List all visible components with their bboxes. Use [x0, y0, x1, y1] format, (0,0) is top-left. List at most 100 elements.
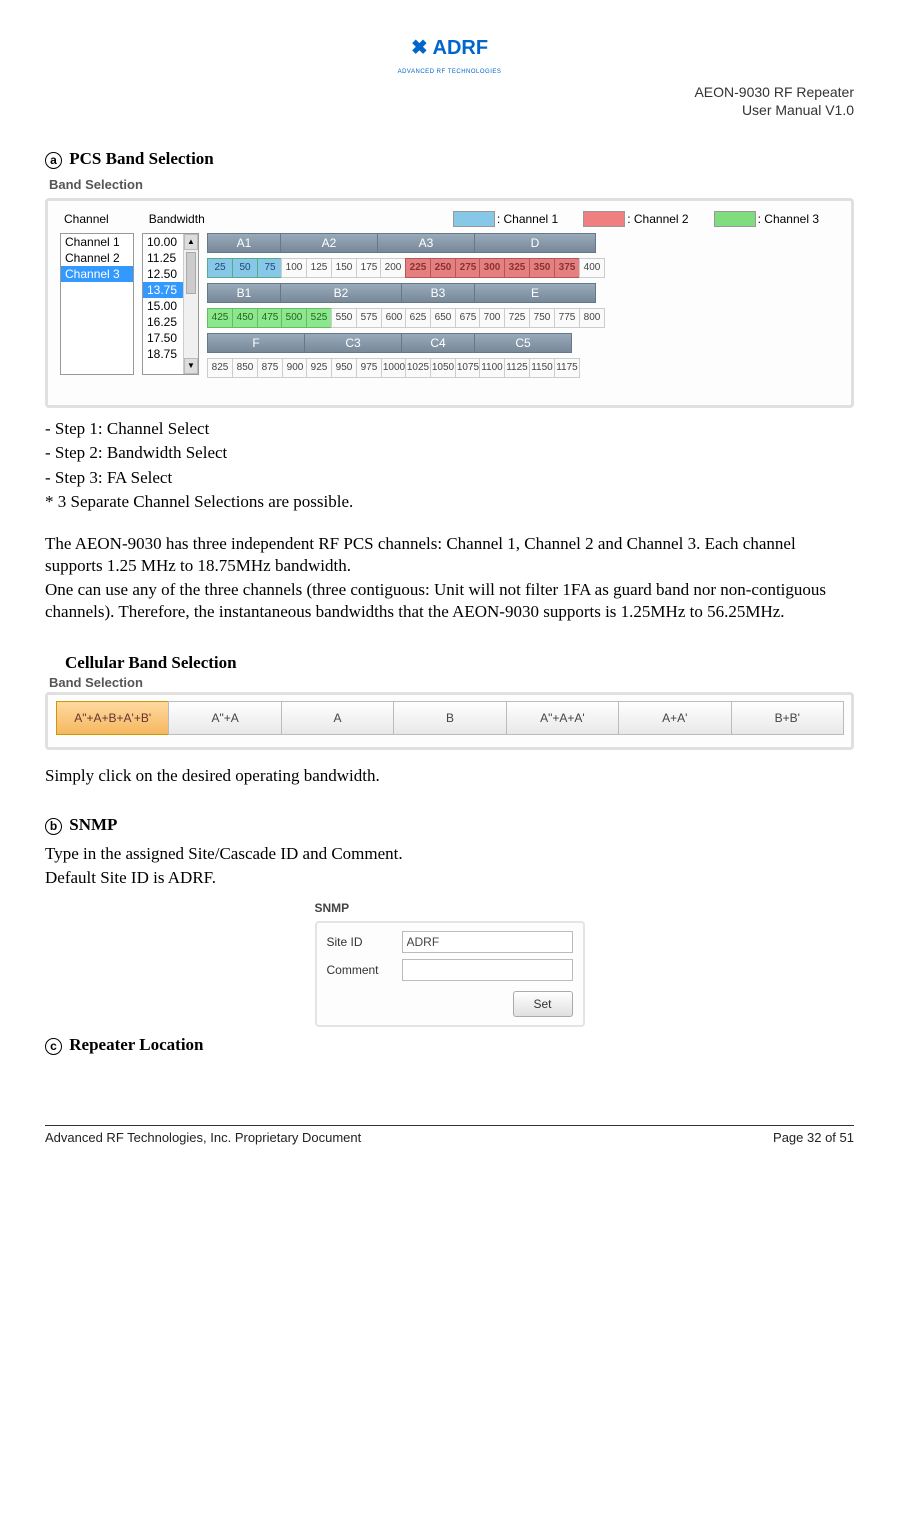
fa-cell[interactable]: 125 — [306, 258, 332, 278]
fa-cell[interactable]: 375 — [554, 258, 580, 278]
fa-cell[interactable]: 1050 — [430, 358, 456, 378]
section-c-heading: c Repeater Location — [45, 1035, 854, 1055]
cellular-band-button[interactable]: A+A' — [618, 701, 731, 735]
cellular-band-button[interactable]: B+B' — [731, 701, 844, 735]
scrollbar[interactable]: ▲▼ — [183, 234, 198, 374]
band-selection-title: Band Selection — [49, 177, 854, 192]
fa-cell[interactable]: 650 — [430, 308, 456, 328]
fa-cell[interactable]: 1150 — [529, 358, 555, 378]
doc-title: AEON-9030 RF Repeater — [694, 84, 854, 100]
fa-cell[interactable]: 575 — [356, 308, 382, 328]
fa-cell[interactable]: 400 — [579, 258, 605, 278]
fa-cell[interactable]: 1000 — [381, 358, 407, 378]
fa-cell[interactable]: 725 — [504, 308, 530, 328]
marker-b: b — [45, 818, 62, 835]
fa-cell[interactable]: 700 — [479, 308, 505, 328]
channel-option[interactable]: Channel 2 — [61, 250, 133, 266]
fa-cell[interactable]: 975 — [356, 358, 382, 378]
fa-cell[interactable]: 175 — [356, 258, 382, 278]
fa-cell[interactable]: 350 — [529, 258, 555, 278]
fa-cell[interactable]: 150 — [331, 258, 357, 278]
fa-cell[interactable]: 900 — [282, 358, 308, 378]
page-footer: Advanced RF Technologies, Inc. Proprieta… — [45, 1125, 854, 1145]
cellular-text: Simply click on the desired operating ba… — [45, 765, 854, 787]
fa-cell[interactable]: 1175 — [554, 358, 580, 378]
fa-cell[interactable]: 300 — [479, 258, 505, 278]
logo-text: ✖ ADRF — [411, 37, 488, 59]
para-1: The AEON-9030 has three independent RF P… — [45, 533, 854, 577]
block-header: E — [474, 283, 596, 303]
cellular-panel-title: Band Selection — [49, 675, 854, 690]
para-2: One can use any of the three channels (t… — [45, 579, 854, 623]
marker-c: c — [45, 1038, 62, 1055]
cellular-band-button[interactable]: B — [393, 701, 506, 735]
fa-cell[interactable]: 600 — [381, 308, 407, 328]
block-header: A2 — [280, 233, 378, 253]
logo-subtitle: ADVANCED RF TECHNOLOGIES — [398, 69, 502, 75]
block-header: C4 — [401, 333, 475, 353]
block-header: A1 — [207, 233, 281, 253]
cellular-band-button[interactable]: A"+A+A' — [506, 701, 619, 735]
fa-cell[interactable]: 675 — [455, 308, 481, 328]
channel-option[interactable]: Channel 1 — [61, 234, 133, 250]
section-a-heading: a PCS Band Selection — [45, 149, 854, 169]
fa-cell[interactable]: 625 — [405, 308, 431, 328]
block-header: C3 — [304, 333, 402, 353]
step-2: - Step 2: Bandwidth Select — [45, 442, 854, 464]
fa-cell[interactable]: 500 — [281, 308, 307, 328]
fa-cell[interactable]: 950 — [331, 358, 357, 378]
fa-cell[interactable]: 925 — [306, 358, 332, 378]
fa-cell[interactable]: 200 — [380, 258, 406, 278]
fa-cell[interactable]: 275 — [455, 258, 481, 278]
fa-cell[interactable]: 425 — [207, 308, 233, 328]
fa-cell[interactable]: 850 — [232, 358, 258, 378]
fa-cell[interactable]: 1075 — [455, 358, 481, 378]
site-id-input[interactable] — [402, 931, 573, 953]
fa-cell[interactable]: 1100 — [479, 358, 505, 378]
fa-cell[interactable]: 325 — [504, 258, 530, 278]
channel-listbox[interactable]: Channel 1Channel 2Channel 3 — [60, 233, 134, 375]
bandwidth-column-label: Bandwidth — [149, 212, 205, 226]
fa-cell[interactable]: 225 — [405, 258, 431, 278]
step-1: - Step 1: Channel Select — [45, 418, 854, 440]
fa-cell[interactable]: 875 — [257, 358, 283, 378]
fa-cell[interactable]: 750 — [529, 308, 555, 328]
fa-cell[interactable]: 525 — [306, 308, 332, 328]
fa-cell[interactable]: 550 — [331, 308, 357, 328]
comment-input[interactable] — [402, 959, 573, 981]
block-header: B1 — [207, 283, 281, 303]
snmp-panel-title: SNMP — [315, 901, 585, 915]
fa-cell[interactable]: 1025 — [405, 358, 431, 378]
fa-cell[interactable]: 75 — [257, 258, 283, 278]
block-header: B2 — [280, 283, 402, 303]
cellular-band-button[interactable]: A — [281, 701, 394, 735]
scroll-up-icon[interactable]: ▲ — [184, 234, 198, 250]
scroll-down-icon[interactable]: ▼ — [184, 358, 198, 374]
fa-cell[interactable]: 50 — [232, 258, 258, 278]
fa-cell[interactable]: 1125 — [504, 358, 530, 378]
bandwidth-listbox[interactable]: 10.0011.2512.5013.7515.0016.2517.5018.75… — [142, 233, 199, 375]
snmp-line1: Type in the assigned Site/Cascade ID and… — [45, 843, 854, 865]
fa-table[interactable]: A1A2A3D255075100125150175200225250275300… — [207, 233, 839, 383]
section-b-title: SNMP — [69, 815, 117, 834]
set-button[interactable]: Set — [513, 991, 573, 1017]
fa-cell[interactable]: 25 — [207, 258, 233, 278]
cellular-band-button[interactable]: A"+A+B+A'+B' — [56, 701, 169, 735]
fa-cell[interactable]: 450 — [232, 308, 258, 328]
fa-cell[interactable]: 100 — [281, 258, 307, 278]
legend-ch2: : Channel 2 — [583, 211, 688, 227]
fa-cell[interactable]: 800 — [579, 308, 605, 328]
fa-cell[interactable]: 475 — [257, 308, 283, 328]
comment-label: Comment — [327, 963, 402, 977]
cellular-band-button[interactable]: A"+A — [168, 701, 281, 735]
channel-option[interactable]: Channel 3 — [61, 266, 133, 282]
scroll-thumb[interactable] — [186, 252, 196, 294]
footer-right: Page 32 of 51 — [773, 1130, 854, 1145]
legend-ch1: : Channel 1 — [453, 211, 558, 227]
doc-version: User Manual V1.0 — [742, 102, 854, 118]
fa-cell[interactable]: 825 — [207, 358, 233, 378]
footer-left: Advanced RF Technologies, Inc. Proprieta… — [45, 1130, 361, 1145]
fa-cell[interactable]: 250 — [430, 258, 456, 278]
fa-cell[interactable]: 775 — [554, 308, 580, 328]
snmp-panel: SNMP Site ID Comment Set — [315, 901, 585, 1027]
